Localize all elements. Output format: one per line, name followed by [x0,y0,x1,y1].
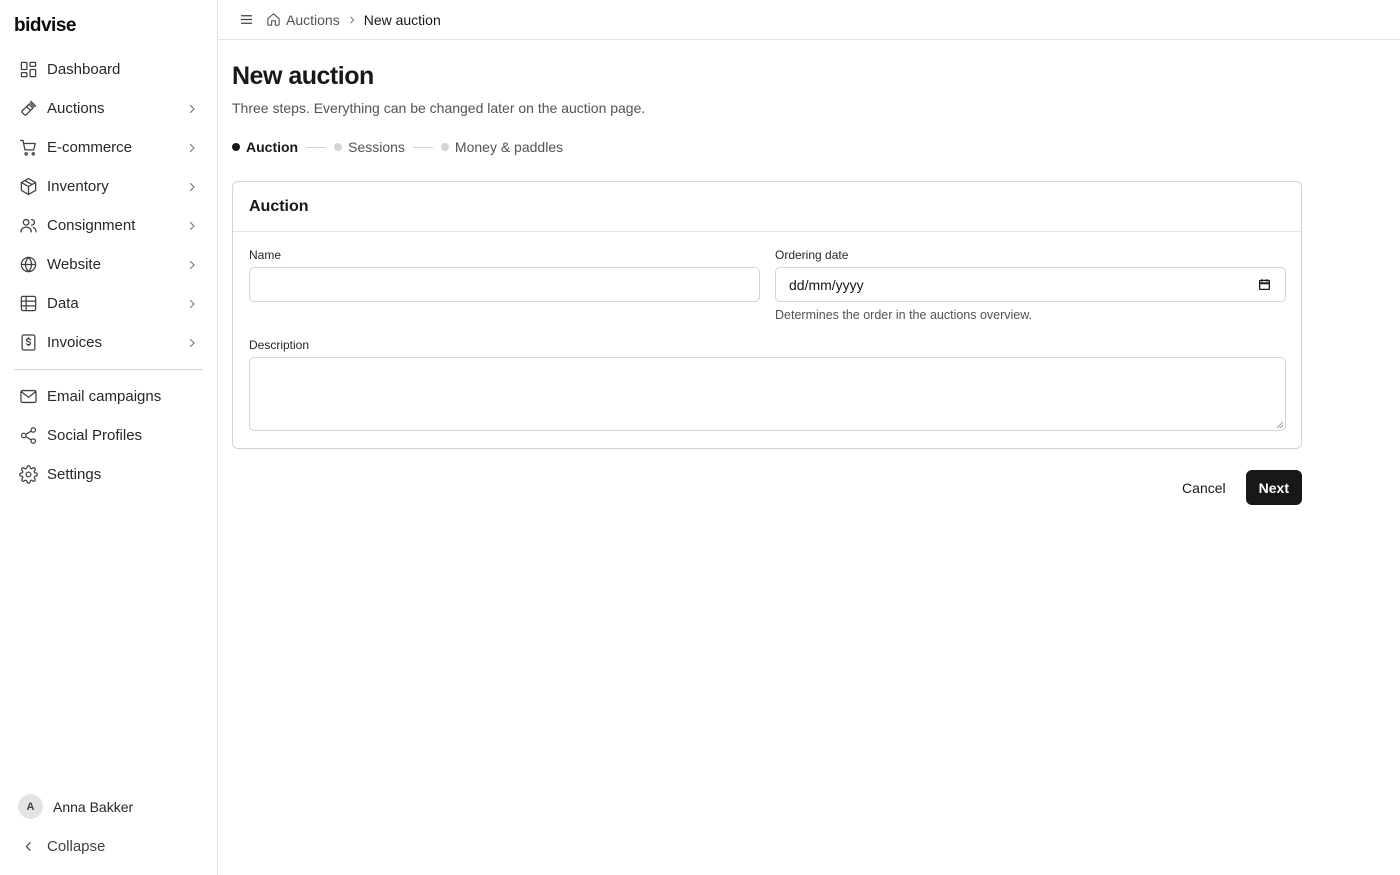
resize-handle-icon[interactable] [1276,421,1284,429]
step-indicator [232,143,240,151]
step-connector [412,146,433,148]
gear-icon [18,465,38,485]
card-header: Auction [233,182,1301,232]
globe-icon [18,255,38,275]
sidebar-divider [14,369,203,370]
step-auction[interactable]: Auction [232,139,298,155]
next-button[interactable]: Next [1245,470,1302,505]
topbar: Auctions New auction [218,0,1400,40]
user-name: Anna Bakker [53,798,134,815]
cart-icon [18,138,38,158]
sidebar-item-label: Website [47,256,101,273]
sidebar-item-label: Dashboard [47,61,121,78]
user-profile[interactable]: A Anna Bakker [18,794,133,819]
package-icon [18,177,38,197]
sidebar-item-auctions[interactable]: Auctions [12,89,205,128]
step-label: Sessions [348,139,405,155]
chevron-right-icon [185,336,199,350]
sidebar-item-dashboard[interactable]: Dashboard [12,50,205,89]
sidebar-item-data[interactable]: Data [12,284,205,323]
sidebar-item-website[interactable]: Website [12,245,205,284]
sidebar-item-label: Social Profiles [47,427,143,444]
sidebar: bidvise Dashboard Auctions E-commerce In… [0,0,218,875]
collapse-button[interactable]: Collapse [18,836,105,856]
calendar-icon[interactable] [1256,277,1272,293]
form-actions: Cancel Next [1170,470,1302,505]
step-connector [306,146,327,148]
chevron-right-icon [185,219,199,233]
step-label: Money & paddles [454,139,564,155]
sidebar-item-invoices[interactable]: Invoices [12,323,205,362]
ordering-date-label: Ordering date [775,248,849,262]
home-icon[interactable] [264,11,282,29]
step-label: Auction [246,139,299,155]
sidebar-item-ecommerce[interactable]: E-commerce [12,128,205,167]
users-icon [18,216,38,236]
sidebar-item-label: Data [47,295,79,312]
chevron-right-icon [185,141,199,155]
chevron-right-icon [343,15,361,25]
step-money-paddles[interactable]: Money & paddles [440,139,564,155]
name-label: Name [249,248,282,262]
collapse-label: Collapse [47,837,106,855]
sidebar-item-inventory[interactable]: Inventory [12,167,205,206]
sidebar-item-label: E-commerce [47,139,133,156]
sidebar-item-label: Consignment [47,217,136,234]
avatar: A [18,794,43,819]
auction-form-card: Auction Name Ordering date dd/mm/yyyy De… [232,181,1302,449]
stepper: Auction Sessions Money & paddles [232,137,1302,157]
share-icon [18,426,38,446]
page-subtitle: Three steps. Everything can be changed l… [232,100,646,116]
step-indicator [440,143,449,151]
gavel-icon [18,99,38,119]
cancel-button[interactable]: Cancel [1170,470,1238,505]
dashboard-icon [18,60,38,80]
breadcrumb-current: New auction [363,11,441,28]
card-body: Name Ordering date dd/mm/yyyy Determines… [233,232,1301,448]
chevron-left-icon [18,836,38,856]
sidebar-item-label: Settings [47,466,102,483]
page-content: New auction Three steps. Everything can … [232,40,1302,505]
sidebar-item-label: Inventory [47,178,109,195]
date-placeholder: dd/mm/yyyy [789,276,864,293]
name-input[interactable] [249,267,760,302]
sidebar-item-consignment[interactable]: Consignment [12,206,205,245]
sidebar-item-settings[interactable]: Settings [12,455,205,494]
chevron-right-icon [185,102,199,116]
sidebar-nav: Dashboard Auctions E-commerce Inventory … [12,50,205,494]
step-indicator [334,143,343,151]
breadcrumb: Auctions New auction [264,11,441,29]
card-title: Auction [249,197,309,215]
ordering-date-input[interactable]: dd/mm/yyyy [775,267,1286,302]
menu-toggle-button[interactable] [236,10,256,30]
table-icon [18,294,38,314]
sidebar-item-label: Email campaigns [47,388,162,405]
sidebar-item-label: Invoices [47,334,103,351]
breadcrumb-auctions-link[interactable]: Auctions [286,12,340,28]
main-area: Auctions New auction New auction Three s… [218,0,1400,875]
mail-icon [18,387,38,407]
ordering-date-help: Determines the order in the auctions ove… [775,308,1033,322]
invoice-icon [18,333,38,353]
description-label: Description [249,338,310,352]
chevron-right-icon [185,297,199,311]
description-textarea[interactable] [249,357,1286,431]
sidebar-item-email-campaigns[interactable]: Email campaigns [12,377,205,416]
chevron-right-icon [185,180,199,194]
sidebar-item-label: Auctions [47,100,105,117]
brand-logo[interactable]: bidvise [14,15,76,37]
chevron-right-icon [185,258,199,272]
sidebar-item-social-profiles[interactable]: Social Profiles [12,416,205,455]
page-title: New auction [232,62,374,90]
step-sessions[interactable]: Sessions [334,139,405,155]
